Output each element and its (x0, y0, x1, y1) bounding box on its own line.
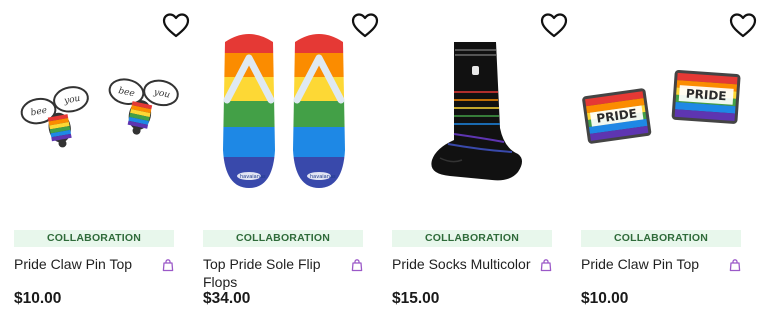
svg-text:havaianas: havaianas (240, 174, 266, 180)
product-card[interactable]: PRIDE PRIDE COLLABORATION Pride Claw Pin… (581, 0, 757, 326)
add-to-bag-icon[interactable] (728, 258, 742, 272)
add-to-bag-icon[interactable] (161, 258, 175, 272)
product-price: $10.00 (14, 290, 62, 307)
product-card[interactable]: bee you bee you COLLABORATION Pride Claw… (14, 0, 190, 326)
product-title[interactable]: Pride Socks Multicolor (392, 255, 532, 273)
wishlist-heart-icon[interactable] (351, 12, 379, 38)
product-price: $15.00 (392, 290, 440, 307)
collaboration-badge: COLLABORATION (203, 230, 363, 247)
product-card[interactable]: COLLABORATION Pride Socks Multicolor $15… (392, 0, 568, 326)
product-image[interactable]: PRIDE PRIDE (581, 20, 757, 210)
product-title[interactable]: Pride Claw Pin Top (14, 255, 154, 273)
add-to-bag-icon[interactable] (350, 258, 364, 272)
product-price: $10.00 (581, 290, 629, 307)
rainbow-flip-flops-icon: havaianas havaianas (223, 34, 345, 188)
collaboration-badge: COLLABORATION (581, 230, 741, 247)
bee-you-pins-icon: bee you bee you (20, 78, 179, 148)
product-image[interactable] (392, 20, 568, 210)
collaboration-badge: COLLABORATION (392, 230, 552, 247)
product-title[interactable]: Top Pride Sole Flip Flops (203, 255, 343, 291)
wishlist-heart-icon[interactable] (729, 12, 757, 38)
product-image[interactable]: bee you bee you (14, 20, 190, 210)
svg-text:havaianas: havaianas (310, 174, 336, 180)
pride-flag-pins-icon: PRIDE PRIDE (582, 69, 741, 144)
wishlist-heart-icon[interactable] (162, 12, 190, 38)
product-image[interactable]: havaianas havaianas (203, 20, 379, 210)
svg-text:PRIDE: PRIDE (685, 87, 727, 104)
product-grid: bee you bee you COLLABORATION Pride Claw… (0, 0, 768, 326)
product-card[interactable]: havaianas havaianas COLLABORATION Top Pr… (203, 0, 379, 326)
collaboration-badge: COLLABORATION (14, 230, 174, 247)
add-to-bag-icon[interactable] (539, 258, 553, 272)
product-price: $34.00 (203, 290, 251, 307)
rainbow-sock-icon (431, 42, 522, 181)
product-title[interactable]: Pride Claw Pin Top (581, 255, 721, 273)
wishlist-heart-icon[interactable] (540, 12, 568, 38)
